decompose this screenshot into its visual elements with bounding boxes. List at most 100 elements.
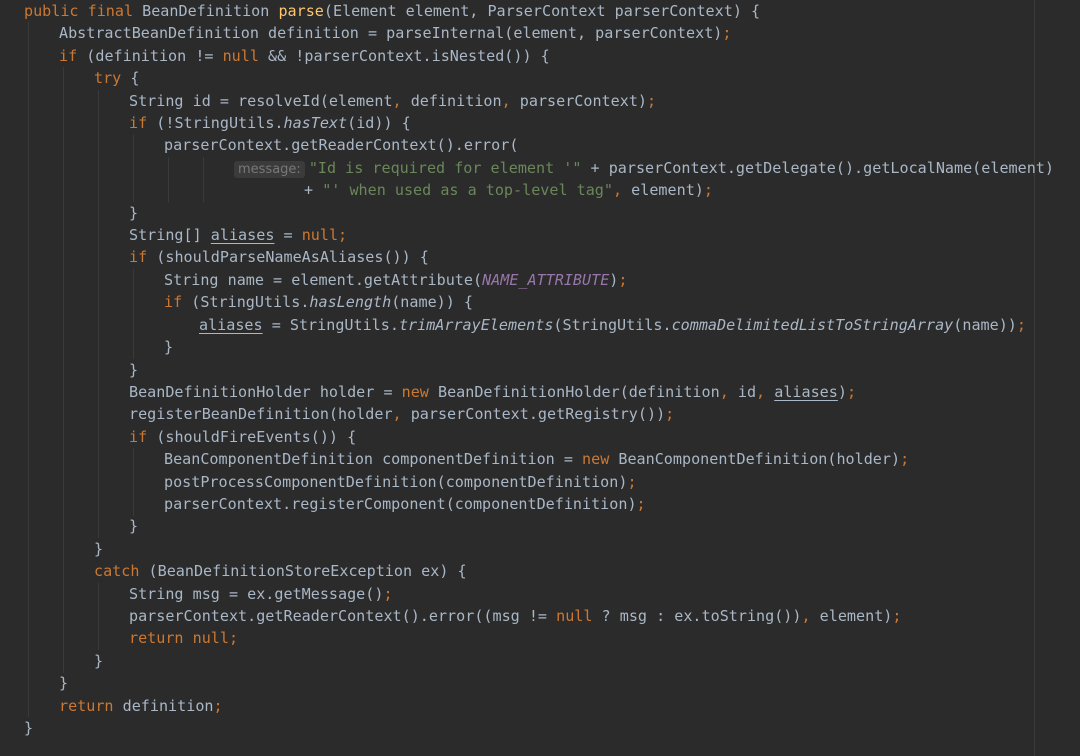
code-token: (id)) { [347, 114, 411, 133]
code-line[interactable]: BeanComponentDefinition componentDefinit… [24, 448, 1054, 470]
code-token: ; [383, 584, 393, 603]
code-token: ; [647, 91, 657, 110]
code-line[interactable]: if (!StringUtils.hasText(id)) { [24, 112, 1054, 134]
code-area[interactable]: public final BeanDefinition parse(Elemen… [24, 0, 1054, 739]
code-token: aliases [210, 226, 275, 245]
code-token: definition [113, 696, 214, 715]
code-token: null [556, 606, 593, 625]
code-token: , [612, 181, 623, 200]
code-token: (definition != [77, 46, 223, 65]
code-line[interactable]: registerBeanDefinition(holder, parserCon… [24, 403, 1054, 425]
parameter-hint: message: [234, 160, 305, 178]
code-line[interactable]: return definition; [24, 695, 1054, 717]
code-line[interactable]: String[] aliases = null; [24, 224, 1054, 246]
code-line[interactable]: parserContext.getReaderContext().error( [24, 134, 1054, 156]
code-token: } [129, 517, 139, 536]
code-editor[interactable]: public final BeanDefinition parse(Elemen… [0, 0, 1080, 756]
code-line[interactable]: String name = element.getAttribute(NAME_… [24, 269, 1054, 291]
code-line[interactable]: try { [24, 67, 1054, 89]
code-token: null; [301, 226, 348, 245]
code-token: ; [213, 696, 223, 715]
code-token: , [392, 91, 402, 110]
code-token: ) [837, 382, 847, 401]
code-token: = [274, 226, 302, 245]
code-token: } [129, 360, 139, 379]
code-token: , [756, 382, 766, 401]
code-token: catch [94, 562, 140, 581]
code-line[interactable]: parserContext.getReaderContext().error((… [24, 605, 1054, 627]
code-token: } [94, 651, 104, 670]
code-token: String[] [129, 226, 211, 245]
code-token: parserContext.getReaderContext().error( [164, 136, 519, 155]
code-token: ? msg : ex.toString()) [592, 606, 802, 625]
code-line[interactable]: } [24, 538, 1054, 560]
code-line[interactable]: } [24, 672, 1054, 694]
code-token: , [801, 606, 811, 625]
code-token: parserContext.getReaderContext().error((… [129, 606, 557, 625]
code-line[interactable]: BeanDefinitionHolder holder = new BeanDe… [24, 381, 1054, 403]
code-line[interactable]: if (definition != null && !parserContext… [24, 45, 1054, 67]
code-line[interactable]: } [24, 515, 1054, 537]
code-line[interactable]: } [24, 717, 1054, 739]
code-line[interactable]: } [24, 359, 1054, 381]
code-token: } [94, 539, 104, 558]
code-token: postProcessComponentDefinition(component… [164, 472, 628, 491]
code-token: String name = element.getAttribute( [164, 270, 483, 289]
code-line[interactable]: message: "Id is required for element '" +… [24, 157, 1054, 179]
code-line[interactable]: catch (BeanDefinitionStoreException ex) … [24, 560, 1054, 582]
code-token: parserContext.registerComponent(componen… [164, 494, 637, 513]
code-token: "Id is required for element '" [308, 158, 582, 177]
code-line[interactable]: return null; [24, 627, 1054, 649]
code-token: definition [401, 91, 502, 110]
code-line[interactable]: if (StringUtils.hasLength(name)) { [24, 291, 1054, 313]
code-token: new [582, 450, 610, 469]
code-token: BeanComponentDefinition(holder) [609, 450, 901, 469]
code-line[interactable]: public final BeanDefinition parse(Elemen… [24, 0, 1054, 22]
code-token: registerBeanDefinition(holder [129, 405, 393, 424]
code-line[interactable]: postProcessComponentDefinition(component… [24, 471, 1054, 493]
code-line[interactable]: + "' when used as a top-level tag", elem… [24, 179, 1054, 201]
code-line[interactable]: parserContext.registerComponent(componen… [24, 493, 1054, 515]
code-token: if [129, 427, 148, 446]
code-token: (shouldFireEvents()) { [147, 427, 357, 446]
code-token: BeanDefinitionHolder holder = [129, 382, 402, 401]
code-token: trimArrayElements [398, 315, 554, 334]
code-line[interactable]: String id = resolveId(element, definitio… [24, 90, 1054, 112]
code-line[interactable]: String msg = ex.getMessage(); [24, 583, 1054, 605]
code-token: ; [636, 494, 646, 513]
code-line[interactable]: if (shouldFireEvents()) { [24, 426, 1054, 448]
code-token: (BeanDefinitionStoreException ex) { [139, 562, 467, 581]
code-line[interactable]: AbstractBeanDefinition definition = pars… [24, 22, 1054, 44]
code-line[interactable]: if (shouldParseNameAsAliases()) { [24, 246, 1054, 268]
code-token: BeanDefinition [133, 2, 279, 20]
code-token: (!StringUtils. [147, 114, 284, 133]
code-token: NAME_ATTRIBUTE [482, 270, 610, 289]
code-token: ; [627, 472, 637, 491]
code-token: ; [1016, 315, 1026, 334]
code-token: element) [810, 606, 893, 625]
code-token: parserContext) [510, 91, 647, 110]
code-token: hasLength [309, 293, 392, 312]
code-line[interactable]: } [24, 336, 1054, 358]
code-token: (Element element, ParserContext parserCo… [323, 2, 761, 20]
code-token: (name)) { [391, 293, 474, 312]
code-token: (StringUtils. [553, 315, 672, 334]
code-token: + [304, 181, 323, 200]
code-token: (shouldParseNameAsAliases()) { [147, 248, 429, 267]
code-token: && !parserContext.isNested()) { [258, 46, 550, 65]
code-token: AbstractBeanDefinition definition = pars… [59, 24, 723, 43]
code-token: ; [846, 382, 857, 401]
code-token: (StringUtils. [182, 293, 310, 312]
code-token: ; [703, 181, 713, 200]
code-token: , [392, 405, 402, 424]
code-token: public final [24, 2, 134, 20]
code-token: } [129, 203, 139, 222]
code-line[interactable]: aliases = StringUtils.trimArrayElements(… [24, 314, 1054, 336]
code-token: hasText [283, 114, 348, 133]
code-line[interactable]: } [24, 650, 1054, 672]
code-line[interactable]: } [24, 202, 1054, 224]
code-token: parse [278, 2, 324, 20]
code-token: if [129, 114, 148, 133]
code-token: BeanDefinitionHolder(definition [428, 382, 720, 401]
code-token: new [401, 382, 429, 401]
